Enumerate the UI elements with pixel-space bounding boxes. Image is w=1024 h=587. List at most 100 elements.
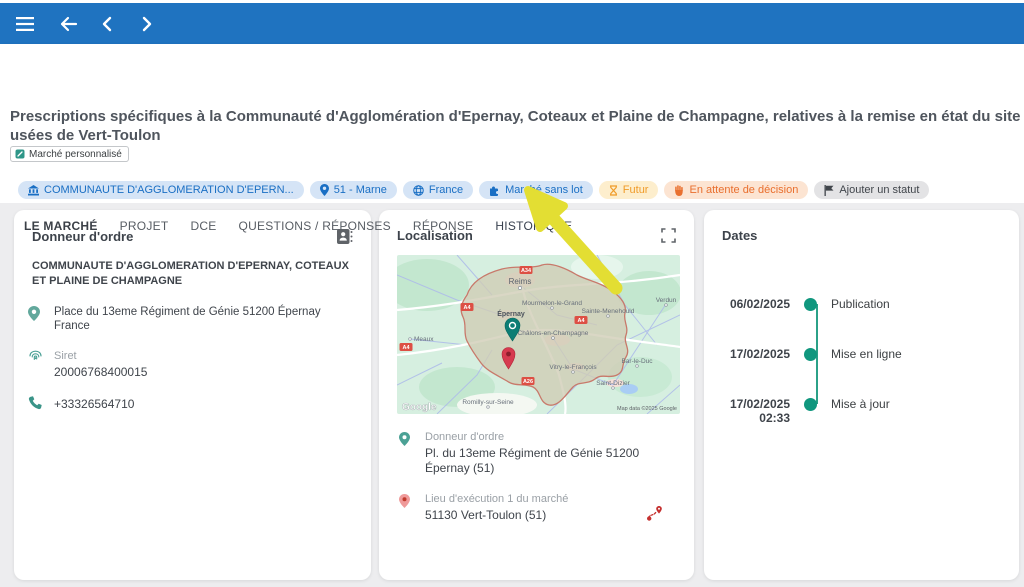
map-attribution: Map data ©2025 Google <box>617 405 677 412</box>
timeline-dot <box>804 348 817 361</box>
chevron-left-icon[interactable] <box>94 11 120 37</box>
event-date-time: 02:33 <box>712 411 790 425</box>
map-city-label: Sainte-Menehould <box>582 308 635 315</box>
dates-card-title: Dates <box>722 228 757 243</box>
chip-status-decision[interactable]: En attente de décision <box>664 181 808 199</box>
event-label: Publication <box>831 297 890 329</box>
tab-le-marche-label: LE MARCHÉ <box>24 219 98 233</box>
address-row: Place du 13eme Régiment de Génie 51200 É… <box>28 305 353 333</box>
google-logo[interactable]: Google <box>402 402 437 413</box>
phone-row: +33326564710 <box>28 395 353 411</box>
edit-square-icon <box>15 149 25 159</box>
top-navigation-bar <box>0 3 1024 44</box>
map-city-label: Reims <box>509 277 532 286</box>
timeline-event-mise-en-ligne: 17/02/2025 Mise en ligne <box>712 329 1019 379</box>
map-city-label: Châlons-en-Champagne <box>518 330 589 337</box>
dates-card: Dates 06/02/2025 Publication 17/02/2025 … <box>704 210 1019 580</box>
chip-department-label: 51 - Marne <box>334 184 387 196</box>
map-city-label: Saint-Dizier <box>596 380 630 387</box>
globe-icon <box>413 185 424 196</box>
app-window: Prescriptions spécifiques à la Communaut… <box>0 0 1024 587</box>
chip-department[interactable]: 51 - Marne <box>310 181 397 199</box>
event-date: 06/02/2025 <box>712 297 790 329</box>
dates-timeline: 06/02/2025 Publication 17/02/2025 Mise e… <box>704 279 1019 429</box>
route-directions-icon[interactable] <box>646 504 664 527</box>
chip-add-status[interactable]: Ajouter un statut <box>814 181 929 199</box>
map-city-label: Mourmelon-le-Grand <box>522 300 582 307</box>
phone-value: +33326564710 <box>54 395 134 411</box>
chip-status-decision-label: En attente de décision <box>689 184 798 196</box>
map-city-label: Romilly-sur-Seine <box>462 399 514 406</box>
teal-pin-icon <box>399 430 425 476</box>
chip-lot-type[interactable]: Marché sans lot <box>479 181 593 199</box>
tab-questions-reponses-label: QUESTIONS / RÉPONSES <box>239 219 391 233</box>
road-badge: A4 <box>577 318 585 324</box>
map-city-label: Bar-le-Duc <box>621 358 653 365</box>
event-date: 17/02/2025 <box>712 347 790 379</box>
legend-execution-value: 51130 Vert-Toulon (51) <box>425 508 568 523</box>
chip-status-futur-label: Futur <box>623 184 649 196</box>
fullscreen-expand-icon[interactable] <box>661 228 676 243</box>
org-name: COMMUNAUTE D'AGGLOMERATION D'EPERNAY, CO… <box>32 259 353 289</box>
event-date-day: 17/02/2025 <box>712 397 790 411</box>
timeline-dot <box>804 298 817 311</box>
location-pin-icon <box>28 305 54 333</box>
status-chip-row: COMMUNAUTE D'AGGLOMERATION D'EPERN... 51… <box>18 181 929 199</box>
legend-execution-row: Lieu d'exécution 1 du marché 51130 Vert-… <box>399 492 676 523</box>
page-header: Prescriptions spécifiques à la Communaut… <box>0 44 1024 203</box>
event-label: Mise en ligne <box>831 347 902 379</box>
siret-row: Siret 20006768400015 <box>28 349 353 379</box>
siret-label: Siret <box>54 349 147 363</box>
tab-dce-label: DCE <box>190 219 216 233</box>
legend-execution-label: Lieu d'exécution 1 du marché <box>425 492 568 506</box>
timeline-event-mise-a-jour: 17/02/2025 02:33 Mise à jour <box>712 379 1019 429</box>
chevron-right-icon[interactable] <box>134 11 160 37</box>
chip-country[interactable]: France <box>403 181 473 199</box>
map-city-label: Vitry-le-François <box>549 364 597 371</box>
legend-buyer-row: Donneur d'ordre Pl. du 13eme Régiment de… <box>399 430 676 476</box>
legend-buyer-value: Pl. du 13eme Régiment de Génie 51200 Épe… <box>425 446 640 476</box>
page-title: Prescriptions spécifiques à la Communaut… <box>10 107 1024 145</box>
fingerprint-icon <box>28 349 54 379</box>
chip-country-label: France <box>429 184 463 196</box>
timeline-event-publication: 06/02/2025 Publication <box>712 279 1019 329</box>
legend-buyer-label: Donneur d'ordre <box>425 430 640 444</box>
page-title-line1: Prescriptions spécifiques à la Communaut… <box>10 107 1024 126</box>
back-arrow-icon[interactable] <box>56 11 82 37</box>
road-badge: A26 <box>523 379 533 385</box>
hourglass-icon <box>609 185 618 196</box>
tab-reponse-label: RÉPONSE <box>413 219 473 233</box>
address-text: Place du 13eme Régiment de Génie 51200 É… <box>54 305 353 333</box>
red-pin-icon <box>399 492 425 523</box>
page-title-line2: usées de Vert-Toulon <box>10 126 1024 145</box>
puzzle-icon <box>489 185 500 196</box>
siret-value: 20006768400015 <box>54 365 147 379</box>
hamburger-menu-icon[interactable] <box>12 11 38 37</box>
raised-hand-icon <box>674 185 684 196</box>
chip-add-status-label: Ajouter un statut <box>839 184 919 196</box>
road-badge: A34 <box>521 268 532 274</box>
chip-buyer[interactable]: COMMUNAUTE D'AGGLOMERATION D'EPERN... <box>18 181 304 199</box>
google-map[interactable]: A34 A4 A4 A4 A26 Reims Mourmelon-le-Gran… <box>397 255 680 414</box>
pin-icon <box>320 184 329 196</box>
chip-status-futur[interactable]: Futur <box>599 181 659 199</box>
main-content: Donneur d'ordre COMMUNAUTE D'AGGLOMERATI… <box>0 203 1024 587</box>
event-date: 17/02/2025 02:33 <box>712 397 790 429</box>
tab-historique-label: HISTORIQUE <box>495 219 572 233</box>
flag-icon <box>824 185 834 196</box>
road-badge: A4 <box>402 345 410 351</box>
map-city-label: Meaux <box>414 336 434 343</box>
donneur-ordre-card: Donneur d'ordre COMMUNAUTE D'AGGLOMERATI… <box>14 210 371 580</box>
phone-icon <box>28 395 54 411</box>
tab-projet-label: PROJET <box>120 219 169 233</box>
timeline-dot <box>804 398 817 411</box>
map-city-label: Épernay <box>497 309 525 318</box>
custom-market-badge-label: Marché personnalisé <box>29 149 122 160</box>
chip-lot-type-label: Marché sans lot <box>505 184 583 196</box>
bank-icon <box>28 185 39 196</box>
road-badge: A4 <box>463 305 471 311</box>
event-label: Mise à jour <box>831 397 890 429</box>
custom-market-badge: Marché personnalisé <box>10 146 129 162</box>
map-city-label: Verdun <box>656 297 677 304</box>
localisation-card: Localisation <box>379 210 694 580</box>
